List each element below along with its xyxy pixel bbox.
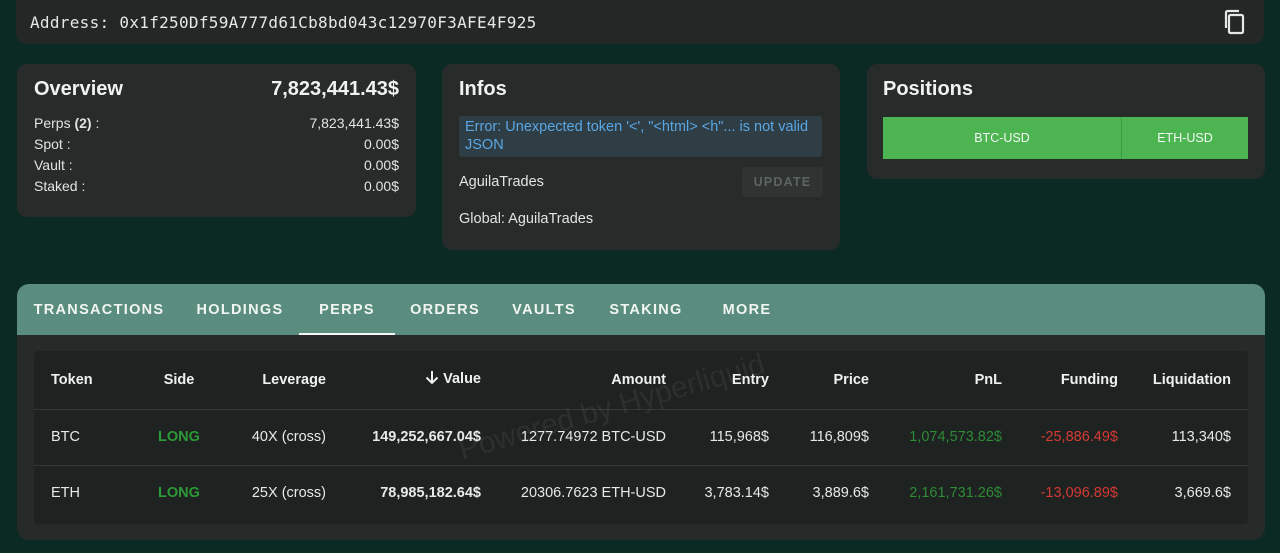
overview-row-vault: Vault : 0.00$ [34, 155, 399, 176]
cell-value: 78,985,182.64$ [380, 485, 481, 502]
update-button[interactable]: UPDATE [742, 167, 823, 197]
address-bar: Address: 0x1f250Df59A777d61Cb8bd043c1297… [16, 0, 1264, 44]
header-leverage[interactable]: Leverage [224, 351, 326, 410]
cell-funding: -13,096.89$ [1040, 485, 1118, 502]
cell-token: ETH [51, 485, 80, 502]
overview-label-vault: Vault : [34, 157, 73, 173]
position-tab-eth-usd[interactable]: ETH-USD [1122, 117, 1248, 159]
cell-liquidation: 113,340$ [1118, 409, 1248, 466]
overview-total: 7,823,441.43$ [271, 78, 399, 100]
overview-label-spot: Spot : [34, 136, 71, 152]
table-header-row: Token Side Leverage Value Amount Entry P… [34, 351, 1248, 410]
cell-funding: -25,886.49$ [1002, 409, 1118, 466]
table-row[interactable]: BTC LONG 40X (cross) 149,252,667.04$ 127… [34, 409, 1248, 466]
overview-card: Overview 7,823,441.43$ Perps (2) : 7,823… [17, 64, 416, 217]
tab-staking[interactable]: STAKING [593, 284, 699, 335]
overview-label-staked: Staked : [34, 178, 86, 194]
header-value-label: Value [443, 371, 481, 388]
header-token[interactable]: Token [34, 351, 134, 410]
positions-card: Positions BTC-USD ETH-USD [867, 64, 1265, 179]
cell-amount: 20306.7623 ETH-USD [520, 485, 666, 502]
tabs-bar: TRANSACTIONS HOLDINGS PERPS ORDERS VAULT… [17, 284, 1265, 335]
tab-orders[interactable]: ORDERS [395, 284, 495, 335]
cell-price: 3,889.6$ [812, 485, 869, 502]
header-side[interactable]: Side [134, 351, 224, 410]
header-funding[interactable]: Funding [1002, 351, 1118, 410]
header-price[interactable]: Price [769, 351, 869, 410]
cell-amount: 1277.74972 BTC-USD [481, 409, 666, 466]
cell-entry: 3,783.14$ [704, 485, 769, 502]
cell-leverage: 40X (cross) [224, 409, 326, 466]
overview-value-vault: 0.00$ [363, 157, 399, 173]
cell-liquidation: 3,669.6$ [1174, 485, 1231, 502]
tabs-panel: TRANSACTIONS HOLDINGS PERPS ORDERS VAULT… [17, 284, 1265, 540]
error-message: Error: Unexpected token '<', "<html> <h"… [459, 116, 822, 157]
header-value[interactable]: Value [326, 351, 481, 410]
cell-side: LONG [134, 409, 224, 466]
overview-value-perps: 7,823,441.43$ [309, 115, 399, 131]
overview-title: Overview [34, 78, 123, 100]
cell-entry: 115,968$ [666, 409, 769, 466]
tab-transactions[interactable]: TRANSACTIONS [17, 284, 181, 335]
copy-icon[interactable] [1222, 8, 1248, 36]
cell-value: 149,252,667.04$ [326, 409, 481, 466]
cell-pnl: 1,074,573.82$ [869, 409, 1002, 466]
perps-table: Token Side Leverage Value Amount Entry P… [34, 351, 1248, 521]
perps-table-container: Token Side Leverage Value Amount Entry P… [34, 351, 1248, 524]
position-tab-btc-usd[interactable]: BTC-USD [883, 117, 1122, 159]
tab-perps[interactable]: PERPS [299, 284, 395, 335]
tab-holdings[interactable]: HOLDINGS [181, 284, 299, 335]
cell-side: LONG [158, 485, 200, 502]
infos-title: Infos [459, 78, 507, 100]
header-amount[interactable]: Amount [481, 351, 666, 410]
infos-card: Infos Error: Unexpected token '<', "<htm… [442, 64, 840, 250]
positions-title: Positions [883, 78, 974, 100]
wallet-address: Address: 0x1f250Df59A777d61Cb8bd043c1297… [30, 12, 537, 32]
overview-row-staked: Staked : 0.00$ [34, 176, 399, 197]
overview-value-staked: 0.00$ [363, 178, 399, 194]
cell-pnl: 2,161,731.26$ [909, 485, 1002, 502]
header-entry[interactable]: Entry [666, 351, 769, 410]
overview-row-spot: Spot : 0.00$ [34, 134, 399, 155]
overview-label-perps: Perps (2) : [34, 115, 100, 131]
table-row[interactable]: ETH LONG 25X (cross) 78,985,182.64$ 2030… [34, 465, 1248, 521]
header-pnl[interactable]: PnL [869, 351, 1002, 410]
overview-row-perps: Perps (2) : 7,823,441.43$ [34, 113, 399, 134]
cell-price: 116,809$ [769, 409, 869, 466]
global-name: Global: AguilaTrades [459, 211, 594, 227]
header-liquidation[interactable]: Liquidation [1118, 351, 1248, 410]
tab-vaults[interactable]: VAULTS [495, 284, 593, 335]
tab-more[interactable]: MORE [699, 284, 795, 335]
overview-value-spot: 0.00$ [363, 136, 399, 152]
cell-leverage: 25X (cross) [251, 485, 326, 502]
trader-name: AguilaTrades [459, 174, 544, 190]
arrow-down-icon [425, 370, 439, 389]
cell-token: BTC [34, 409, 134, 466]
